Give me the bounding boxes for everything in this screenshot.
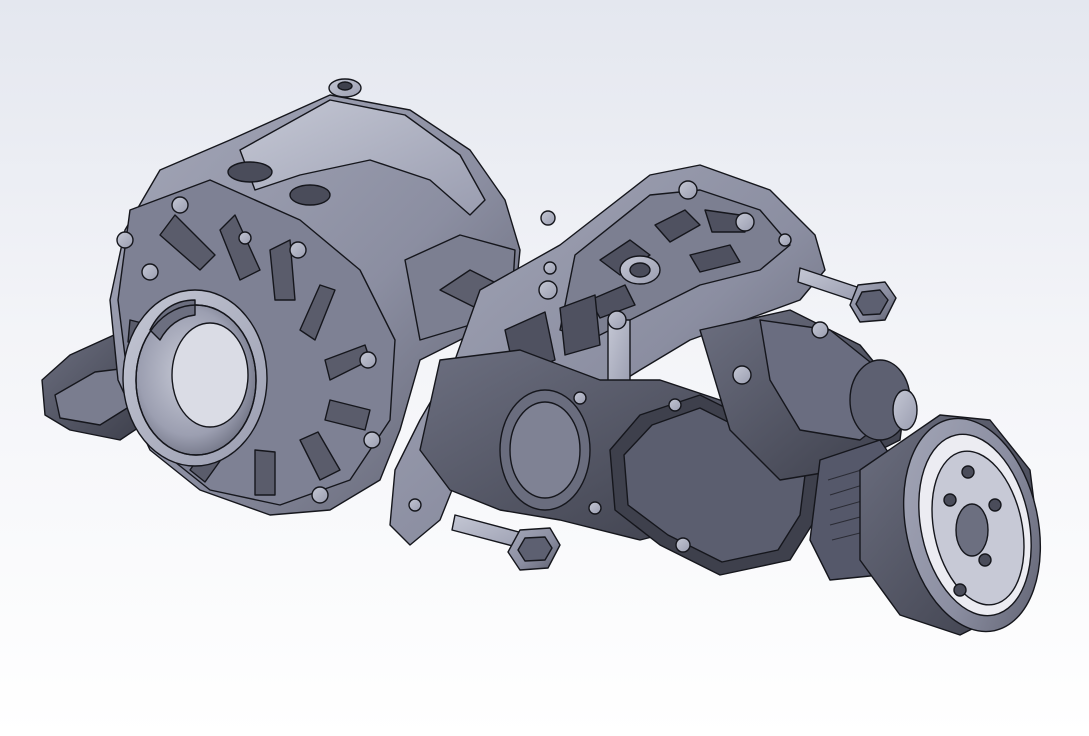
cad-viewport[interactable] [0,0,1089,736]
output-flange-icon[interactable] [122,289,268,467]
bolt-icon[interactable] [451,514,561,571]
differential-assembly-model[interactable] [0,0,1089,736]
bolt-icon[interactable] [797,267,897,323]
